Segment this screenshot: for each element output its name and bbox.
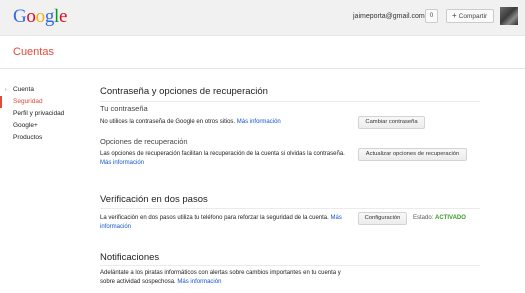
- status-label: Estado:: [413, 215, 434, 221]
- google-logo[interactable]: Google: [13, 6, 67, 28]
- sidebar-item-seguridad[interactable]: Seguridad: [0, 96, 80, 108]
- change-password-button[interactable]: Cambiar contraseña: [358, 116, 425, 129]
- configuration-button[interactable]: Configuración: [358, 212, 407, 225]
- two-step-description: La verificación en dos pasos utiliza tu …: [100, 215, 329, 221]
- sidebar-item-cuenta[interactable]: › Cuenta: [0, 84, 80, 96]
- notifications-more-info-link[interactable]: Más información: [177, 279, 221, 285]
- sidebar-item-productos[interactable]: Productos: [0, 132, 80, 144]
- status-badge: ACTIVADO: [435, 215, 466, 221]
- notifications-text: Adelántate a los piratas informáticos co…: [100, 269, 350, 287]
- plus-icon: +: [452, 11, 457, 20]
- two-step-status: Estado: ACTIVADO: [413, 214, 466, 223]
- section-header: Cuentas: [0, 36, 525, 69]
- divider: [100, 208, 480, 209]
- notification-count-badge[interactable]: 0: [425, 9, 438, 23]
- recovery-description: Las opciones de recuperación facilitan l…: [100, 151, 345, 157]
- chevron-right-icon: ›: [5, 87, 7, 93]
- sidebar-item-label: Perfil y privacidad: [13, 110, 65, 117]
- password-text: No utilices la contraseña de Google en o…: [100, 118, 350, 127]
- password-heading: Tu contraseña: [100, 104, 148, 113]
- account-email[interactable]: jaimeporta@gmail.com: [353, 12, 425, 22]
- two-step-text: La verificación en dos pasos utiliza tu …: [100, 214, 350, 232]
- logo-letter: G: [13, 6, 27, 27]
- sidebar: › Cuenta Seguridad Perfil y privacidad Go…: [0, 84, 80, 144]
- logo-letter: g: [44, 6, 55, 27]
- recovery-heading: Opciones de recuperación: [100, 137, 188, 146]
- sidebar-item-label: Productos: [13, 134, 43, 141]
- sidebar-item-perfil-privacidad[interactable]: Perfil y privacidad: [0, 108, 80, 120]
- logo-letter: e: [59, 6, 68, 27]
- recovery-text: Las opciones de recuperación facilitan l…: [100, 150, 350, 168]
- page-title: Cuentas: [13, 46, 54, 58]
- logo-letter: o: [26, 6, 36, 27]
- two-step-section-title: Verificación en dos pasos: [100, 194, 208, 205]
- password-more-info-link[interactable]: Más información: [237, 119, 281, 125]
- share-button-label: Compartir: [458, 13, 488, 20]
- top-bar: Google jaimeporta@gmail.com 0 + Compartir: [0, 0, 525, 36]
- recovery-more-info-link[interactable]: Más información: [100, 160, 144, 166]
- sidebar-item-label: Seguridad: [13, 98, 43, 105]
- password-section-title: Contraseña y opciones de recuperación: [100, 86, 268, 97]
- divider: [100, 101, 480, 102]
- share-button[interactable]: + Compartir: [446, 9, 494, 23]
- divider: [100, 265, 480, 266]
- avatar[interactable]: [500, 7, 518, 25]
- logo-letter: o: [35, 6, 46, 27]
- update-recovery-options-button[interactable]: Actualizar opciones de recuperación: [358, 148, 467, 161]
- sidebar-item-label: Google+: [13, 122, 38, 129]
- notifications-section-title: Notificaciones: [100, 252, 160, 263]
- password-description: No utilices la contraseña de Google en o…: [100, 119, 236, 125]
- sidebar-item-label: Cuenta: [13, 86, 34, 93]
- sidebar-item-google-plus[interactable]: Google+: [0, 120, 80, 132]
